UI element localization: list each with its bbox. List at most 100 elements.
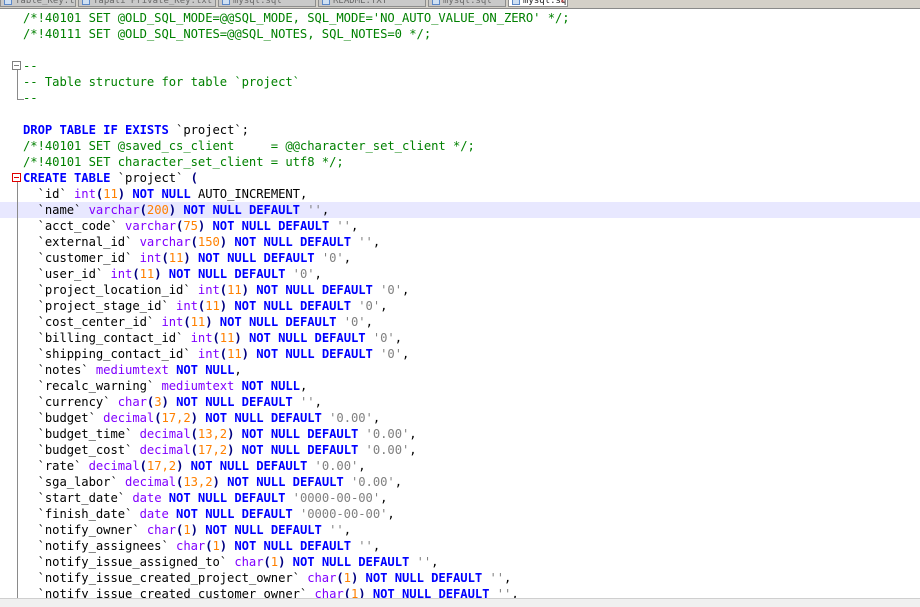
line-text: `project_stage_id` int(11) NOT NULL DEFA…: [23, 298, 388, 314]
token-str: '0': [350, 299, 381, 313]
token-num: 11: [227, 283, 242, 297]
token-kw: NOT NULL DEFAULT: [205, 219, 330, 233]
token-type: int: [176, 299, 198, 313]
line-text: `id` int(11) NOT NULL AUTO_INCREMENT,: [23, 186, 308, 202]
line-text: `currency` char(3) NOT NULL DEFAULT '',: [23, 394, 322, 410]
code-area[interactable]: /*!40101 SET @OLD_SQL_MODE=@@SQL_MODE, S…: [0, 9, 920, 602]
tab-4[interactable]: mysql.sql: [428, 0, 506, 7]
code-line[interactable]: `id` int(11) NOT NULL AUTO_INCREMENT,: [0, 186, 920, 202]
fold-marker: [11, 202, 23, 218]
code-line[interactable]: `user_id` int(11) NOT NULL DEFAULT '0',: [0, 266, 920, 282]
tab-1[interactable]: Yapali Private_Key.txt: [78, 0, 216, 7]
code-line[interactable]: `notify_assignees` char(1) NOT NULL DEFA…: [0, 538, 920, 554]
line-text: `budget_cost` decimal(17,2) NOT NULL DEF…: [23, 442, 417, 458]
token-plain: `project`: [110, 171, 191, 185]
code-line[interactable]: `customer_id` int(11) NOT NULL DEFAULT '…: [0, 250, 920, 266]
document-icon: [322, 0, 330, 5]
token-num: 1: [270, 555, 279, 569]
close-icon[interactable]: ✕: [560, 0, 565, 5]
code-line[interactable]: /*!40101 SET @saved_cs_client = @@charac…: [0, 138, 920, 154]
code-line[interactable]: `shipping_contact_id` int(11) NOT NULL D…: [0, 346, 920, 362]
line-text: `sga_labor` decimal(13,2) NOT NULL DEFAU…: [23, 474, 402, 490]
token-str: '': [299, 203, 322, 217]
fold-minus-icon[interactable]: [12, 173, 21, 182]
code-line[interactable]: --: [0, 58, 920, 74]
fold-marker: [11, 442, 23, 458]
token-op: (: [219, 283, 228, 297]
code-line[interactable]: `billing_contact_id` int(11) NOT NULL DE…: [0, 330, 920, 346]
token-plain: ,: [402, 347, 410, 361]
code-line[interactable]: `currency` char(3) NOT NULL DEFAULT '',: [0, 394, 920, 410]
fold-marker: [11, 186, 23, 202]
token-plain: `shipping_contact_id`: [23, 347, 198, 361]
code-line[interactable]: /*!40101 SET @OLD_SQL_MODE=@@SQL_MODE, S…: [0, 10, 920, 26]
code-line[interactable]: `finish_date` date NOT NULL DEFAULT '000…: [0, 506, 920, 522]
token-op: ): [241, 347, 249, 361]
token-str: '0': [285, 267, 315, 281]
code-line[interactable]: `notify_issue_created_project_owner` cha…: [0, 570, 920, 586]
line-text: CREATE TABLE `project` (: [23, 170, 198, 186]
code-editor[interactable]: /*!40101 SET @OLD_SQL_MODE=@@SQL_MODE, S…: [0, 9, 920, 602]
fold-marker[interactable]: [11, 170, 23, 186]
code-line[interactable]: `notes` mediumtext NOT NULL,: [0, 362, 920, 378]
token-op: (: [190, 171, 198, 185]
token-plain: ,: [350, 219, 359, 233]
line-text: `shipping_contact_id` int(11) NOT NULL D…: [23, 346, 410, 362]
token-plain: ,: [387, 507, 395, 521]
tab-3[interactable]: README.TXT: [318, 0, 426, 7]
code-line[interactable]: `start_date` date NOT NULL DEFAULT '0000…: [0, 490, 920, 506]
token-op: (: [132, 267, 140, 281]
token-plain: ,: [372, 411, 381, 425]
line-text: `external_id` varchar(150) NOT NULL DEFA…: [23, 234, 381, 250]
code-line[interactable]: `recalc_warning` mediumtext NOT NULL,: [0, 378, 920, 394]
token-plain: `notes`: [23, 363, 96, 377]
tab-0[interactable]: Table_Key.txt: [0, 0, 76, 7]
code-line[interactable]: `budget` decimal(17,2) NOT NULL DEFAULT …: [0, 410, 920, 426]
line-text: `notify_owner` char(1) NOT NULL DEFAULT …: [23, 522, 351, 538]
code-line[interactable]: `budget_time` decimal(13,2) NOT NULL DEF…: [0, 426, 920, 442]
tab-label: Table_Key.txt: [15, 0, 75, 6]
code-line[interactable]: `budget_cost` decimal(17,2) NOT NULL DEF…: [0, 442, 920, 458]
line-text: `notify_assignees` char(1) NOT NULL DEFA…: [23, 538, 381, 554]
token-plain: ,: [394, 475, 402, 489]
token-plain: ,: [409, 443, 417, 457]
fold-minus-icon[interactable]: [12, 61, 21, 70]
tab-5[interactable]: mysql.sql ✕: [508, 0, 568, 7]
code-line[interactable]: `sga_labor` decimal(13,2) NOT NULL DEFAU…: [0, 474, 920, 490]
token-num: 13,2: [197, 427, 228, 441]
token-num: 17,2: [146, 459, 177, 473]
line-text: `customer_id` int(11) NOT NULL DEFAULT '…: [23, 250, 351, 266]
code-line[interactable]: `project_location_id` int(11) NOT NULL D…: [0, 282, 920, 298]
code-line[interactable]: `name` varchar(200) NOT NULL DEFAULT '',: [0, 202, 920, 218]
token-comment: /*!40101 SET @OLD_SQL_MODE=@@SQL_MODE, S…: [23, 11, 570, 25]
fold-marker: [11, 346, 23, 362]
token-plain: ,: [343, 523, 351, 537]
code-line[interactable]: `notify_owner` char(1) NOT NULL DEFAULT …: [0, 522, 920, 538]
code-line[interactable]: /*!40111 SET @OLD_SQL_NOTES=@@SQL_NOTES,…: [0, 26, 920, 42]
code-line[interactable]: [0, 106, 920, 122]
token-op: (: [263, 555, 271, 569]
token-plain: `project_location_id`: [23, 283, 198, 297]
code-line[interactable]: `cost_center_id` int(11) NOT NULL DEFAUL…: [0, 314, 920, 330]
code-line[interactable]: [0, 42, 920, 58]
code-line[interactable]: `project_stage_id` int(11) NOT NULL DEFA…: [0, 298, 920, 314]
tab-2[interactable]: mysql.sql: [218, 0, 316, 7]
tab-label: README.TXT: [333, 0, 388, 6]
code-line[interactable]: /*!40101 SET character_set_client = utf8…: [0, 154, 920, 170]
token-str: '0': [365, 331, 395, 345]
token-str: '': [350, 235, 373, 249]
code-line[interactable]: -- Table structure for table `project`: [0, 74, 920, 90]
code-line[interactable]: CREATE TABLE `project` (: [0, 170, 920, 186]
code-line[interactable]: DROP TABLE IF EXISTS `project`;: [0, 122, 920, 138]
token-kw: NOT NULL: [168, 363, 235, 377]
code-line[interactable]: `external_id` varchar(150) NOT NULL DEFA…: [0, 234, 920, 250]
code-line[interactable]: `notify_issue_assigned_to` char(1) NOT N…: [0, 554, 920, 570]
fold-marker[interactable]: [11, 58, 23, 74]
code-line[interactable]: `acct_code` varchar(75) NOT NULL DEFAULT…: [0, 218, 920, 234]
code-line[interactable]: `rate` decimal(17,2) NOT NULL DEFAULT '0…: [0, 458, 920, 474]
token-kw: NOT NULL DEFAULT: [227, 235, 351, 249]
token-plain: `start_date`: [23, 491, 133, 505]
fold-marker: [11, 522, 23, 538]
code-line[interactable]: --: [0, 90, 920, 106]
document-icon: [82, 0, 90, 5]
